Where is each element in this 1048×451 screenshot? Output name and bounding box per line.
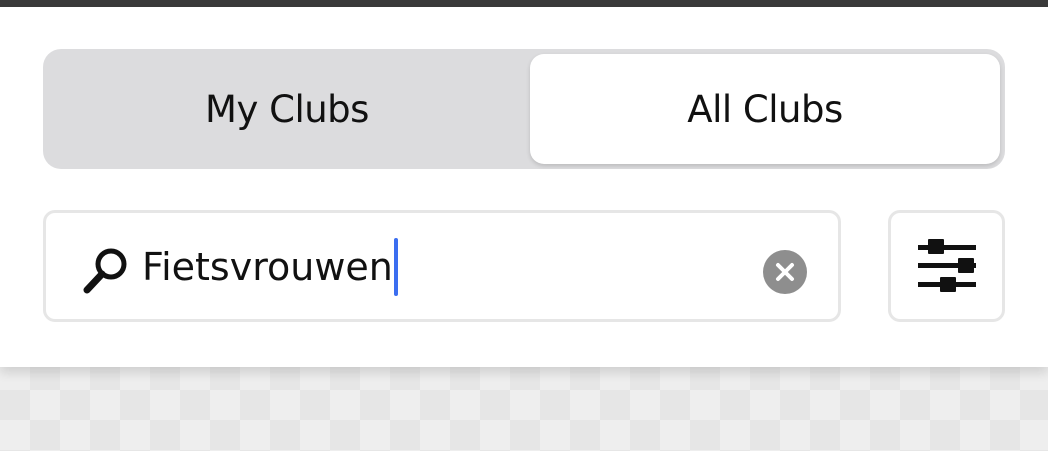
search-value: Fietsvrouwen (142, 245, 393, 289)
background-pattern (0, 360, 1048, 451)
clear-search-button[interactable] (763, 250, 807, 294)
tab-my-clubs[interactable]: My Clubs (48, 54, 526, 164)
clear-icon (776, 263, 794, 281)
clubs-header-panel: My Clubs All Clubs Fietsvrouwen (0, 7, 1048, 367)
clubs-segmented-control: My Clubs All Clubs (43, 49, 1005, 169)
search-value-container[interactable]: Fietsvrouwen (142, 235, 398, 299)
tab-my-clubs-label: My Clubs (205, 87, 369, 131)
search-input[interactable]: Fietsvrouwen (43, 210, 841, 322)
tab-all-clubs-label: All Clubs (687, 87, 843, 131)
filter-button[interactable] (888, 210, 1005, 322)
tab-all-clubs[interactable]: All Clubs (530, 54, 1000, 164)
search-icon (83, 248, 127, 294)
filter-sliders-icon (917, 239, 976, 292)
text-caret (393, 238, 398, 296)
top-bar (0, 0, 1048, 7)
